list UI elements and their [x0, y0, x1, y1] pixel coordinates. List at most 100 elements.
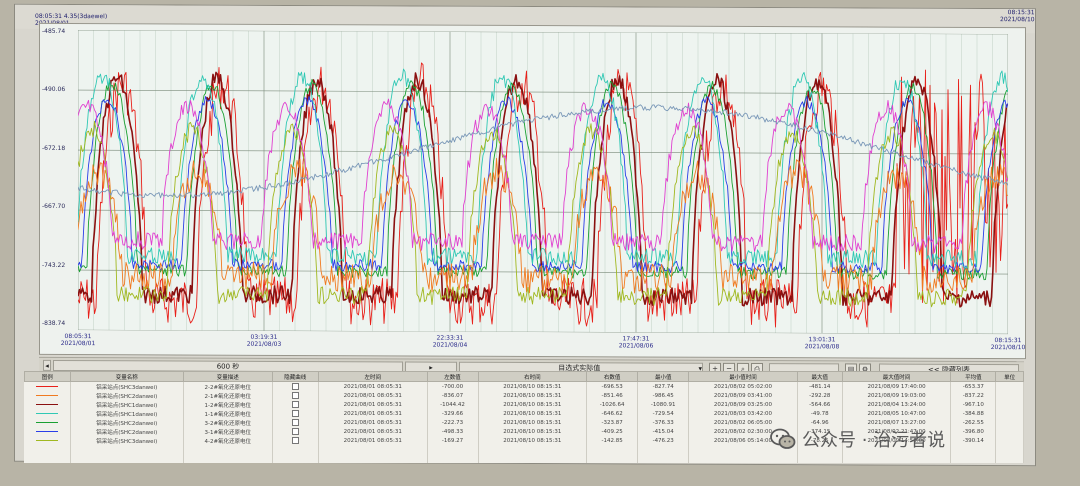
- hide-curve-checkbox[interactable]: [291, 428, 299, 435]
- cell-right-val: -409.25: [586, 427, 639, 436]
- column-header[interactable]: 变量名称: [69, 371, 184, 382]
- cell-min: -376.33: [637, 418, 690, 427]
- column-header[interactable]: 右数值: [586, 371, 639, 382]
- hide-curve-cell[interactable]: [272, 381, 320, 391]
- cell-left-time: 2021/08/01 08:05:31: [318, 391, 428, 400]
- cell-blank[interactable]: [995, 418, 1024, 427]
- table-row[interactable]: 铝采站点(SHC2danwei) 2-1#氧化还原电位 2021/08/01 08:…: [24, 391, 1024, 400]
- hide-curve-checkbox[interactable]: [291, 383, 299, 390]
- cell-max-time: 2021/08/09 19:03:00: [842, 391, 952, 400]
- empty-cell: [70, 445, 184, 454]
- column-header[interactable]: 右时间: [477, 371, 588, 382]
- cell-name: 铝采站点(SHC2danwei): [70, 391, 184, 400]
- cell-name: 铝采站点(SHC3danwei): [70, 436, 184, 445]
- empty-cell: [70, 454, 184, 463]
- cell-desc: 3-2#氧化还原电位: [183, 418, 273, 427]
- column-header[interactable]: 变量描述: [182, 371, 273, 382]
- empty-cell: [950, 445, 997, 454]
- hide-curve-cell[interactable]: [272, 400, 320, 409]
- empty-cell: [797, 454, 843, 463]
- cell-min: -476.23: [637, 436, 690, 445]
- legend-swatch: [24, 381, 71, 391]
- cell-right-val: -142.85: [586, 436, 639, 445]
- cell-desc: 2-1#氧化还原电位: [183, 391, 273, 400]
- column-header[interactable]: 隐藏曲线: [271, 371, 320, 382]
- trend-chart[interactable]: -485.74 -490.06 -672.18 -667.70 -743.22 -838.…: [39, 22, 1026, 360]
- cell-blank[interactable]: [995, 391, 1024, 400]
- cell-max-time: 2021/08/05 10:47:00: [842, 409, 952, 418]
- x-tick-label: 03:19:31 2021/08/03: [234, 334, 294, 348]
- empty-cell: [637, 445, 690, 454]
- table-header: 图例 变量名称 变量描述 隐藏曲线 左时间 左数值 右时间 右数值 最小值 最小值时间 最大值 最大值…: [24, 371, 1024, 382]
- cell-desc: 1-2#氧化还原电位: [183, 400, 273, 409]
- y-tick-label: -672.18: [42, 144, 66, 152]
- cell-min: -827.74: [637, 381, 690, 391]
- cell-max: -564.66: [797, 400, 843, 409]
- hide-curve-checkbox[interactable]: [291, 410, 299, 417]
- x-tick-date: 2021/08/06: [618, 342, 654, 350]
- cell-desc: 2-2#氧化还原电位: [183, 381, 273, 391]
- hide-curve-checkbox[interactable]: [291, 392, 299, 399]
- y-tick-label: -490.06: [42, 86, 66, 94]
- empty-cell: [272, 454, 320, 463]
- cell-left-val: -498.33: [427, 427, 479, 436]
- x-tick-date: 2021/08/10: [990, 344, 1026, 352]
- cell-name: 铝采站点(SHC1danwei): [70, 409, 184, 418]
- cell-right-time: 2021/08/10 08:15:31: [478, 400, 588, 409]
- cell-max: -49.78: [797, 409, 843, 418]
- column-header[interactable]: 最小值: [637, 371, 690, 382]
- x-tick-label: 08:05:31 2021/08/01: [48, 333, 108, 347]
- x-tick-label: 08:15:31 2021/08/10: [978, 337, 1038, 351]
- column-header[interactable]: 单位: [995, 371, 1024, 382]
- cell-avg: -390.14: [950, 436, 997, 445]
- watermark: 公众号 · 治污者说: [770, 426, 945, 452]
- empty-cell: [478, 454, 588, 463]
- y-tick-label: -667.70: [42, 203, 66, 211]
- hide-curve-cell[interactable]: [272, 436, 320, 445]
- column-header[interactable]: 左数值: [426, 371, 479, 382]
- hide-curve-cell[interactable]: [272, 409, 320, 418]
- cell-blank[interactable]: [995, 409, 1024, 418]
- cell-min: -415.04: [637, 427, 690, 436]
- hide-curve-cell[interactable]: [272, 391, 320, 400]
- column-header[interactable]: 平均值: [950, 371, 997, 382]
- table-row[interactable]: 铝采站点(SHC1danwei) 1-2#氧化还原电位 2021/08/01 08:…: [24, 400, 1024, 409]
- empty-cell: [637, 454, 690, 463]
- cell-max: -292.28: [797, 391, 843, 400]
- hide-curve-checkbox[interactable]: [291, 437, 299, 444]
- cell-blank[interactable]: [995, 400, 1024, 409]
- hide-curve-checkbox[interactable]: [291, 419, 299, 426]
- hide-curve-cell[interactable]: [272, 427, 320, 436]
- cell-min-time: 2021/08/03 03:42:00: [688, 409, 798, 418]
- cell-left-val: -222.73: [427, 418, 479, 427]
- x-tick-label: 17:47:31 2021/08/06: [606, 335, 666, 349]
- empty-cell: [318, 454, 428, 463]
- hide-curve-cell[interactable]: [272, 418, 320, 427]
- column-header[interactable]: 图例: [24, 371, 71, 382]
- column-header[interactable]: 左时间: [318, 371, 428, 382]
- empty-cell: [318, 445, 428, 454]
- column-header[interactable]: 最大值时间: [841, 371, 952, 382]
- cell-blank[interactable]: [995, 427, 1024, 436]
- hide-curve-checkbox[interactable]: [291, 401, 299, 408]
- cursor-right-date: 2021/08/10: [1000, 16, 1035, 24]
- legend-swatch: [24, 436, 71, 445]
- cell-avg: -837.22: [950, 391, 997, 400]
- cell-min: -729.54: [637, 409, 690, 418]
- cell-left-val: -1044.42: [427, 400, 479, 409]
- column-header[interactable]: 最大值: [796, 371, 843, 382]
- table-row[interactable]: 铝采站点(SHC1danwei) 1-1#氧化还原电位 2021/08/01 08:…: [24, 409, 1024, 418]
- plot-area[interactable]: [78, 30, 1008, 335]
- legend-swatch: [24, 418, 71, 427]
- cell-avg: -653.37: [950, 381, 997, 391]
- cell-min-time: 2021/08/02 05:02:00: [688, 381, 798, 391]
- column-header[interactable]: 最小值时间: [688, 371, 798, 382]
- cell-name: 铝采站点(SHC3danwei): [70, 381, 184, 391]
- cell-left-val: -836.07: [427, 391, 479, 400]
- cell-min-time: 2021/08/09 03:41:00: [688, 391, 798, 400]
- cell-blank[interactable]: [995, 381, 1024, 391]
- scroll-left-button[interactable]: ◂: [43, 359, 51, 371]
- table-row[interactable]: 铝采站点(SHC3danwei) 2-2#氧化还原电位 2021/08/01 08:…: [24, 381, 1024, 391]
- x-tick-label: 13:01:31 2021/08/08: [792, 336, 852, 350]
- cell-blank[interactable]: [995, 436, 1024, 445]
